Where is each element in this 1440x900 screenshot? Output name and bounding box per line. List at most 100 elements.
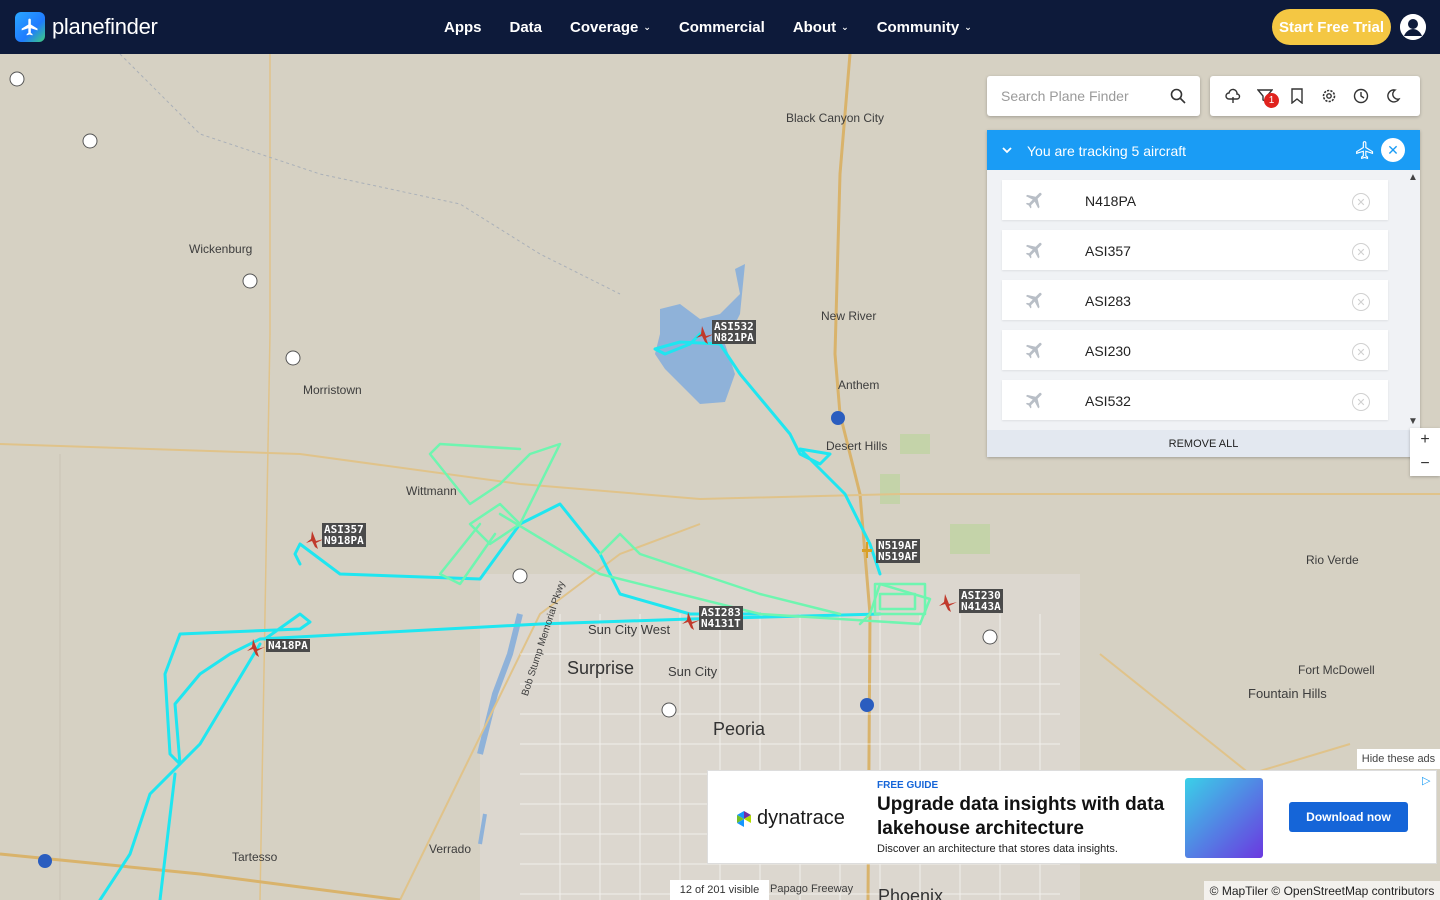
download-now-button[interactable]: Download now [1289, 802, 1408, 832]
plane-icon [1024, 389, 1046, 416]
place-label: Tartesso [232, 850, 278, 864]
remove-aircraft-icon[interactable]: ✕ [1352, 193, 1370, 211]
nav-data[interactable]: Data [510, 19, 543, 36]
remove-aircraft-icon[interactable]: ✕ [1352, 293, 1370, 311]
nav-community-label: Community [876, 18, 960, 36]
road-label: Papago Freeway [770, 883, 854, 895]
tracked-aircraft-row[interactable]: ASI230 ✕ [1002, 330, 1388, 370]
aircraft-tag[interactable]: N519AF N519AF [876, 539, 920, 563]
advertisement-banner[interactable]: dynatrace FREE GUIDE Upgrade data insigh… [707, 770, 1437, 864]
place-label: Desert Hills [826, 439, 888, 453]
tag-registration: N4131T [701, 617, 741, 630]
nav-apps-label: Apps [444, 18, 482, 36]
start-free-trial-button[interactable]: Start Free Trial [1272, 9, 1391, 45]
plane-icon [1024, 289, 1046, 316]
dynatrace-logo: dynatrace [734, 807, 845, 830]
settings-icon[interactable] [1321, 88, 1337, 104]
plane-icon [1024, 239, 1046, 266]
place-label: Fort McDowell [1298, 663, 1375, 677]
tracked-aircraft-label: ASI230 [1085, 343, 1131, 359]
tag-registration: N821PA [714, 331, 754, 344]
place-label: Rio Verde [1306, 553, 1359, 567]
plane-logo-icon [15, 12, 45, 42]
zoom-control: + − [1410, 428, 1440, 476]
map-toolbar [1210, 76, 1420, 116]
aircraft-tag[interactable]: ASI357 N918PA [322, 523, 366, 547]
nav-about[interactable]: About ⌄ [793, 19, 849, 36]
tracked-aircraft-list[interactable]: N418PA ✕ ASI357 ✕ ASI283 ✕ ASI230 ✕ ASI5… [987, 170, 1420, 430]
map-attribution[interactable]: © MapTiler © OpenStreetMap contributors [1204, 881, 1440, 900]
tag-registration: N918PA [324, 534, 364, 547]
tracked-aircraft-row[interactable]: ASI357 ✕ [1002, 230, 1388, 270]
remove-aircraft-icon[interactable]: ✕ [1352, 343, 1370, 361]
place-label: Wittmann [406, 484, 457, 498]
place-label: New River [821, 309, 877, 323]
scroll-up-icon[interactable]: ▲ [1408, 172, 1418, 183]
aircraft-tag[interactable]: ASI230 N4143A [959, 589, 1003, 613]
tracked-aircraft-row[interactable]: ASI532 ✕ [1002, 380, 1388, 420]
chevron-down-icon: ⌄ [964, 21, 972, 32]
tracked-aircraft-label: ASI357 [1085, 243, 1131, 259]
nav-coverage[interactable]: Coverage ⌄ [570, 19, 651, 36]
user-account-icon[interactable] [1400, 14, 1426, 40]
nav-coverage-label: Coverage [570, 18, 639, 36]
tag-registration: N519AF [878, 550, 918, 563]
place-label: Surprise [567, 658, 635, 678]
history-icon[interactable] [1353, 88, 1369, 104]
remove-aircraft-icon[interactable]: ✕ [1352, 393, 1370, 411]
search-icon[interactable] [1170, 88, 1186, 109]
place-label: Fountain Hills [1248, 686, 1327, 701]
tracking-panel-header[interactable]: You are tracking 5 aircraft ✕ [987, 130, 1420, 170]
app-name: planefinder [52, 14, 158, 39]
adchoices-icon[interactable]: ▷ [1422, 774, 1430, 787]
remove-aircraft-icon[interactable]: ✕ [1352, 243, 1370, 261]
aircraft-tag[interactable]: ASI283 N4131T [699, 606, 743, 630]
chevron-down-icon: ⌄ [643, 21, 651, 32]
search-box [987, 76, 1200, 116]
scroll-down-icon[interactable]: ▼ [1408, 416, 1418, 427]
nav-commercial-label: Commercial [678, 18, 765, 36]
place-label: Wickenburg [189, 242, 253, 256]
main-nav: Apps Data Coverage ⌄ Commercial About ⌄ Co… [430, 0, 986, 54]
bookmark-icon[interactable] [1289, 88, 1305, 105]
ad-brand: dynatrace [757, 807, 845, 829]
nav-community[interactable]: Community ⌄ [877, 19, 972, 36]
place-label: Anthem [838, 378, 880, 392]
tracked-aircraft-row[interactable]: N418PA ✕ [1002, 180, 1388, 220]
close-tracking-button[interactable]: ✕ [1381, 138, 1405, 162]
aircraft-tag[interactable]: N418PA [266, 639, 310, 652]
ad-tag: FREE GUIDE [877, 780, 939, 791]
search-input[interactable] [1001, 88, 1161, 104]
visible-aircraft-count: 12 of 201 visible [670, 880, 769, 900]
nav-apps[interactable]: Apps [444, 19, 482, 36]
place-label: Sun City West [588, 622, 671, 637]
tracked-aircraft-label: ASI283 [1085, 293, 1131, 309]
remove-all-button[interactable]: REMOVE ALL [987, 430, 1420, 457]
cloud-icon[interactable] [1225, 88, 1241, 104]
nav-data-label: Data [509, 18, 543, 36]
tracking-title: You are tracking 5 aircraft [1027, 143, 1187, 159]
collapse-chevron-icon[interactable] [1001, 143, 1013, 159]
place-label: Black Canyon City [786, 111, 885, 125]
plane-icon [1024, 189, 1046, 216]
nav-commercial[interactable]: Commercial [679, 19, 765, 36]
dark-mode-icon[interactable] [1385, 88, 1401, 104]
plane-outline-icon [1355, 140, 1375, 163]
place-label: Peoria [713, 719, 766, 739]
tracked-aircraft-row[interactable]: ASI283 ✕ [1002, 280, 1388, 320]
ad-subtext: Discover an architecture that stores dat… [877, 843, 1118, 855]
nav-about-label: About [792, 18, 837, 36]
aircraft-tag[interactable]: ASI532 N821PA [712, 320, 756, 344]
place-label: Phoenix [878, 886, 944, 900]
hide-ads-link[interactable]: Hide these ads [1357, 749, 1440, 769]
zoom-out-button[interactable]: − [1410, 452, 1440, 476]
ad-illustration [1185, 778, 1263, 858]
ad-headline: Upgrade data insights with data lakehous… [877, 794, 1165, 839]
planefinder-logo[interactable]: planefinder [15, 12, 158, 42]
chevron-down-icon: ⌄ [841, 21, 849, 32]
tracked-aircraft-label: N418PA [1085, 193, 1137, 209]
dynatrace-logo-icon [737, 810, 751, 827]
place-label: Verrado [429, 842, 472, 856]
place-label: Sun City [668, 664, 718, 679]
zoom-in-button[interactable]: + [1410, 428, 1440, 452]
